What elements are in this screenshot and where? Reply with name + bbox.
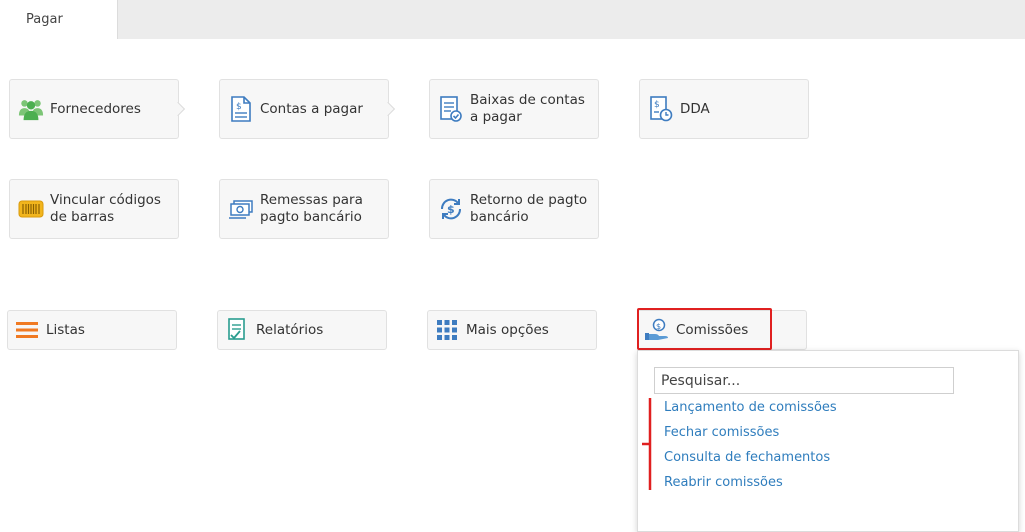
svg-text:$: $ [656,322,661,331]
people-icon [18,94,44,124]
checklist-icon [438,94,464,124]
grid-icon [434,315,460,345]
card-label: Baixas de contas a pagar [470,92,585,125]
card-label: Vincular códigos de barras [50,192,161,225]
svg-text:$: $ [447,203,455,216]
comissoes-dropdown: Lançamento de comissões Fechar comissões… [637,350,1019,532]
bill-icon: $ [228,94,254,124]
card-dda[interactable]: $ DDA [639,79,809,139]
button-label: Relatórios [256,321,324,338]
tab-pagar[interactable]: Pagar [0,0,118,39]
card-label: Remessas para pagto bancário [260,192,363,225]
comissoes-button[interactable]: $ Comissões [637,310,807,350]
money-icon [228,194,254,224]
relatorios-button[interactable]: Relatórios [217,310,387,350]
card-label: Fornecedores [50,100,141,117]
search-input[interactable] [654,367,954,394]
report-icon [224,315,250,345]
mais-opcoes-button[interactable]: Mais opções [427,310,597,350]
svg-text:$: $ [236,102,242,112]
tab-bar: Pagar [0,0,1025,39]
card-fornecedores[interactable]: Fornecedores [9,79,179,139]
barcode-icon [18,194,44,224]
svg-text:$: $ [654,100,660,110]
card-label: Retorno de pagto bancário [470,192,588,225]
card-vincular-codigos[interactable]: Vincular códigos de barras [9,179,179,239]
list-icon [14,315,40,345]
card-remessas[interactable]: Remessas para pagto bancário [219,179,389,239]
menu-item-fechar[interactable]: Fechar comissões [664,425,779,440]
button-label: Listas [46,321,85,338]
menu-item-lancamento[interactable]: Lançamento de comissões [664,400,837,415]
card-label: Contas a pagar [260,100,363,117]
card-retorno[interactable]: $ Retorno de pagto bancário [429,179,599,239]
menu-item-reabrir[interactable]: Reabrir comissões [664,475,783,490]
button-label: Mais opções [466,321,549,338]
hand-dollar-icon: $ [644,315,670,345]
clock-document-icon: $ [648,94,674,124]
listas-button[interactable]: Listas [7,310,177,350]
card-contas-a-pagar[interactable]: $ Contas a pagar [219,79,389,139]
card-baixas-de-contas[interactable]: Baixas de contas a pagar [429,79,599,139]
menu-item-consulta[interactable]: Consulta de fechamentos [664,450,830,465]
refresh-dollar-icon: $ [438,194,464,224]
card-label: DDA [680,100,710,117]
button-label: Comissões [676,321,749,338]
